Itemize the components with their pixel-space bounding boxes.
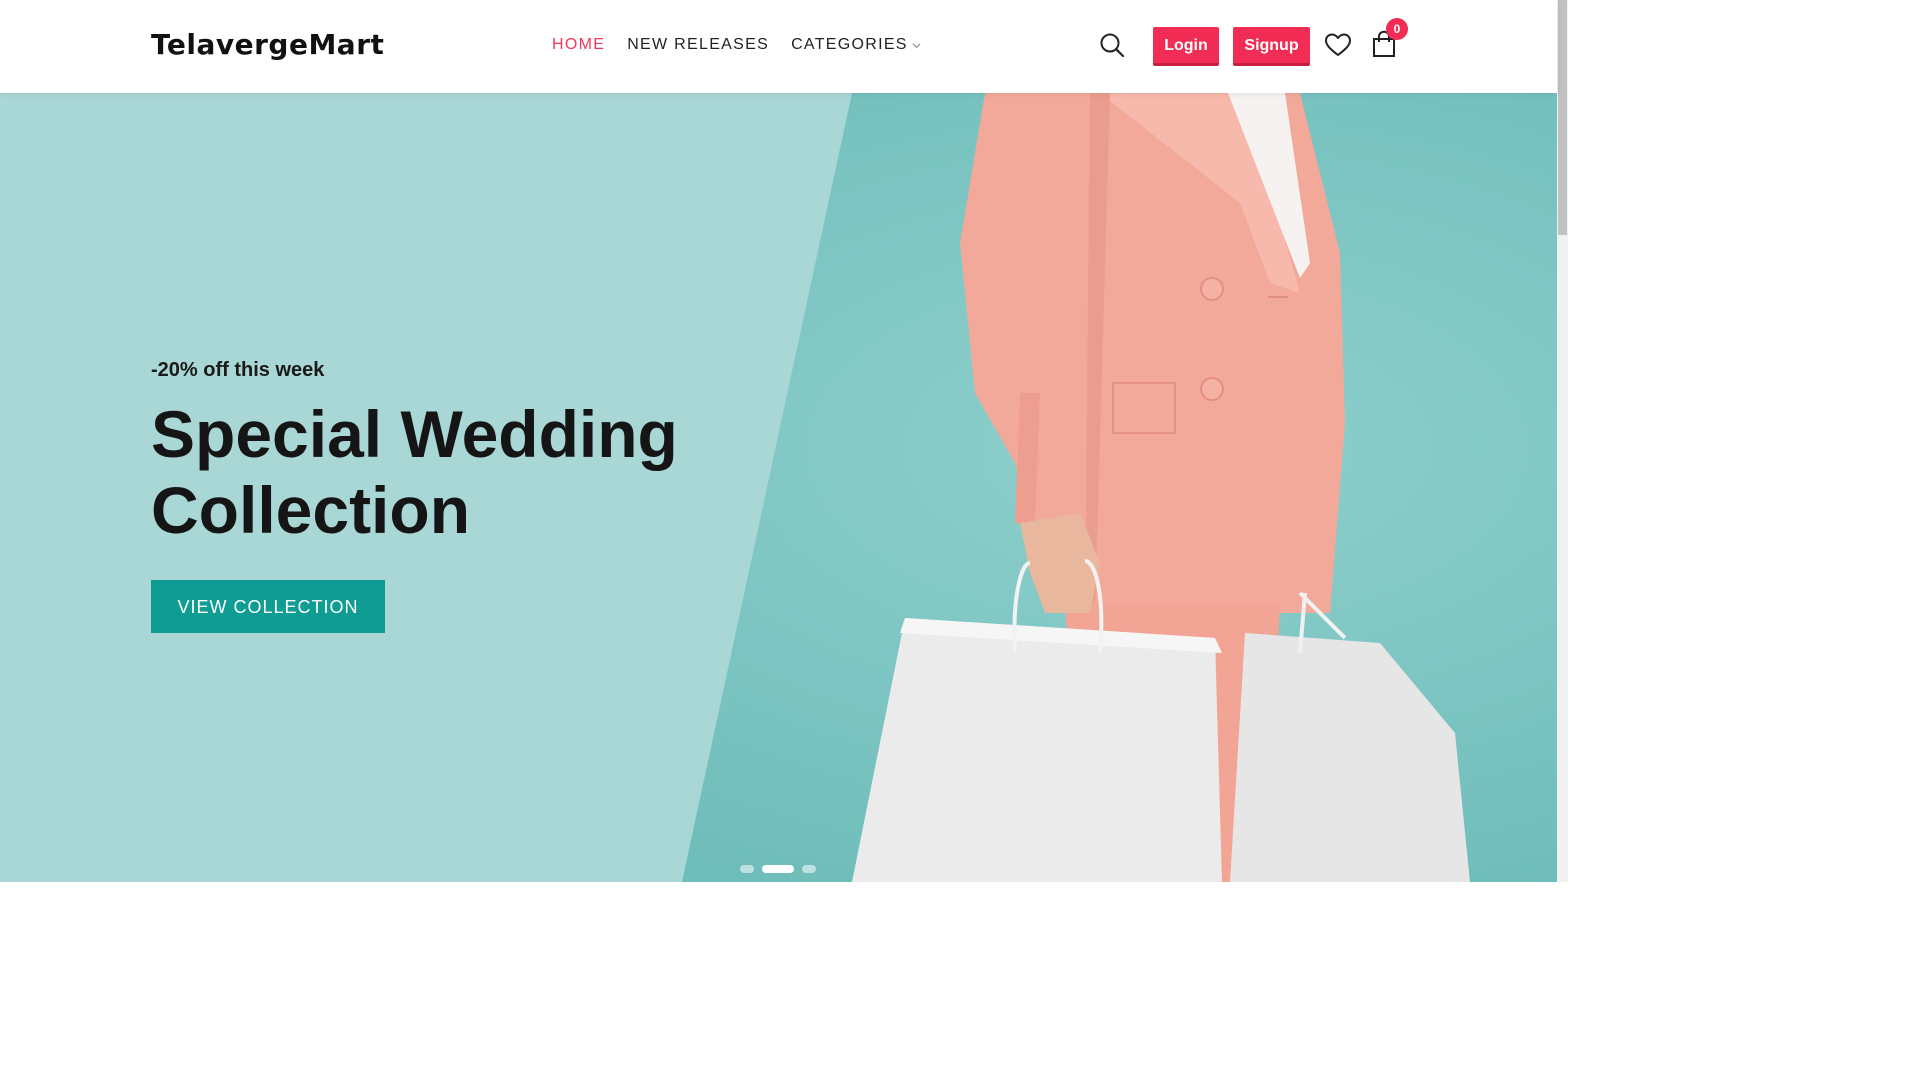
heart-icon[interactable]: [1324, 32, 1352, 58]
cart-count-badge: 0: [1386, 18, 1408, 40]
search-icon[interactable]: [1099, 32, 1125, 58]
brand-logo[interactable]: TelavergeMart: [151, 28, 384, 61]
scrollbar-thumb[interactable]: [1558, 0, 1567, 235]
chevron-down-icon: [912, 42, 921, 48]
page: TelavergeMart HOME NEW RELEASES CATEGORI…: [0, 0, 1568, 882]
slider-dot-1[interactable]: [740, 865, 754, 873]
nav-item-new-releases[interactable]: NEW RELEASES: [627, 36, 769, 54]
hero-content: -20% off this week Special Wedding Colle…: [151, 359, 731, 633]
page-scrollbar[interactable]: [1557, 0, 1568, 882]
nav-item-home[interactable]: HOME: [552, 36, 605, 54]
login-button[interactable]: Login: [1153, 27, 1219, 66]
nav-item-categories[interactable]: CATEGORIES: [791, 36, 921, 54]
hero-slider: -20% off this week Special Wedding Colle…: [0, 93, 1557, 882]
main-nav: HOME NEW RELEASES CATEGORIES: [552, 36, 921, 54]
nav-item-categories-label: CATEGORIES: [791, 36, 908, 53]
view-collection-button[interactable]: VIEW COLLECTION: [151, 580, 385, 633]
slider-pagination: [740, 865, 816, 873]
site-header: TelavergeMart HOME NEW RELEASES CATEGORI…: [0, 0, 1557, 93]
slider-dot-3[interactable]: [802, 865, 816, 873]
hero-title: Special Wedding Collection: [151, 397, 678, 547]
slider-dot-2[interactable]: [762, 865, 794, 873]
signup-button[interactable]: Signup: [1233, 27, 1310, 66]
hero-subtitle: -20% off this week: [151, 359, 325, 381]
